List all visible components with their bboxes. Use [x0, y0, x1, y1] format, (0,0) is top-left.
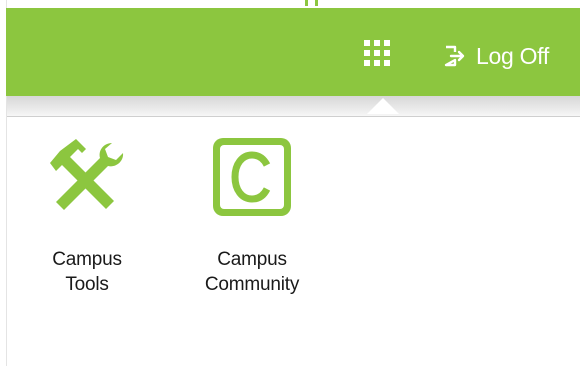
app-window: Log Off Campus Tools Campus Community: [0, 0, 580, 366]
grid-icon: [364, 40, 390, 66]
top-strip: [0, 0, 580, 8]
tools-icon: [50, 139, 124, 210]
header-bar: Log Off: [6, 8, 580, 96]
apps-menu-button[interactable]: [358, 34, 398, 74]
app-label: Campus Tools: [52, 249, 122, 295]
logoff-button[interactable]: Log Off: [442, 41, 549, 71]
dropdown-pointer: [367, 98, 399, 114]
app-label: Campus Community: [204, 249, 300, 295]
top-artifact: [303, 0, 321, 6]
app-campus-community[interactable]: Campus Community: [197, 133, 307, 295]
apps-panel: Campus Tools Campus Community: [7, 117, 580, 366]
logout-icon: [444, 45, 465, 67]
logoff-label: Log Off: [476, 42, 549, 69]
community-c-icon: [213, 138, 291, 216]
app-campus-tools[interactable]: Campus Tools: [32, 133, 142, 295]
dropdown-divider: [7, 96, 580, 117]
